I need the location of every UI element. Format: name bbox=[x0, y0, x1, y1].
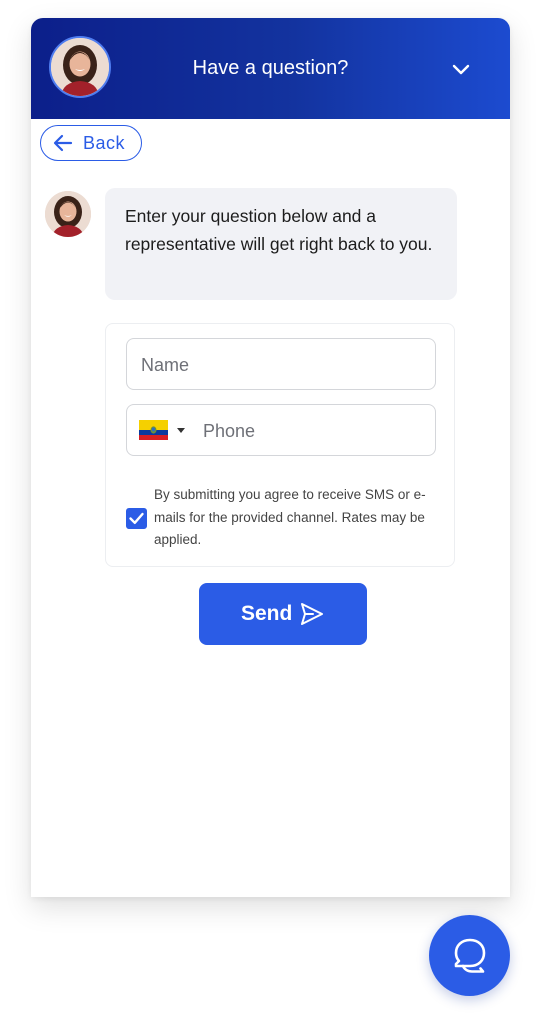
message-bubble: Enter your question below and a represen… bbox=[105, 188, 457, 300]
chat-bubble-icon bbox=[454, 938, 486, 973]
phone-input[interactable] bbox=[201, 405, 430, 457]
phone-field-box bbox=[126, 404, 436, 457]
send-icon bbox=[301, 603, 323, 625]
name-field-box bbox=[126, 338, 436, 391]
consent-text: By submitting you agree to receive SMS o… bbox=[154, 487, 426, 547]
consent-checkbox[interactable] bbox=[126, 508, 147, 529]
header-title: Have a question? bbox=[192, 57, 349, 79]
chat-header: Have a question? bbox=[31, 18, 510, 119]
caret-down-icon bbox=[177, 428, 185, 433]
send-button[interactable]: Send bbox=[199, 583, 367, 645]
arrow-left-icon bbox=[53, 134, 73, 152]
send-label: Send bbox=[241, 602, 293, 625]
back-label: Back bbox=[83, 133, 126, 153]
chat-widget: Have a question? Back Enter your questio… bbox=[31, 18, 510, 897]
ecuador-flag-icon bbox=[139, 420, 168, 440]
checkmark-icon bbox=[129, 512, 144, 524]
contact-form: By submitting you agree to receive SMS o… bbox=[105, 323, 455, 567]
back-button[interactable]: Back bbox=[40, 125, 142, 161]
name-input[interactable] bbox=[139, 339, 428, 391]
country-selector[interactable] bbox=[139, 420, 189, 440]
chevron-down-icon[interactable] bbox=[450, 58, 472, 80]
agent-avatar-image bbox=[45, 191, 91, 237]
message-avatar bbox=[45, 191, 91, 237]
chat-launcher-button[interactable] bbox=[429, 915, 510, 996]
